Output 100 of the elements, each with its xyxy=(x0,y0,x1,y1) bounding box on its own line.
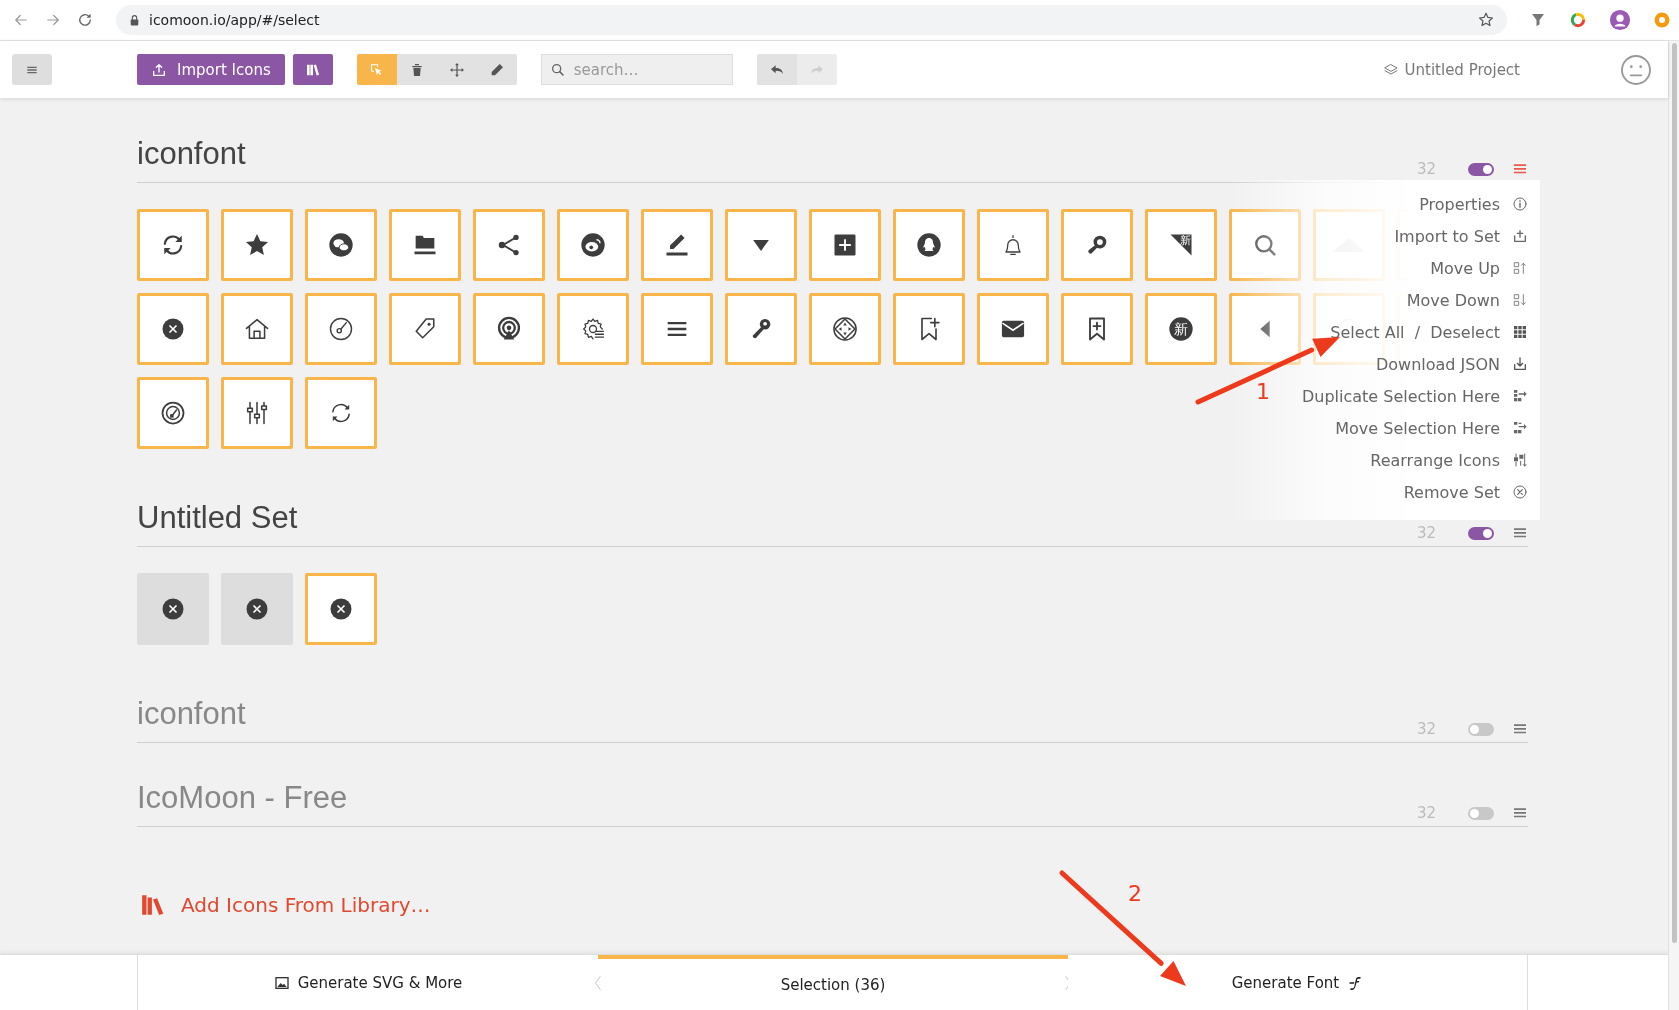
menu-item[interactable]: Remove Set xyxy=(1403,476,1528,508)
icon-tile[interactable] xyxy=(893,293,965,365)
qq-icon xyxy=(915,231,943,259)
icon-tile[interactable] xyxy=(977,209,1049,281)
set-title: Untitled Set xyxy=(137,500,298,536)
icon-tile[interactable] xyxy=(473,209,545,281)
icon-tile[interactable] xyxy=(1061,209,1133,281)
rearrange-icon xyxy=(1512,452,1528,468)
icon-tile[interactable] xyxy=(1229,293,1301,365)
icon-tile[interactable] xyxy=(221,573,293,645)
icon-tile[interactable] xyxy=(893,209,965,281)
icon-tile[interactable] xyxy=(305,293,377,365)
menu-item[interactable]: Move Down xyxy=(1406,284,1528,316)
icon-tile[interactable] xyxy=(305,377,377,449)
project-name[interactable]: Untitled Project xyxy=(1382,60,1520,79)
search-icon xyxy=(549,62,566,78)
reload-icon[interactable] xyxy=(76,11,94,29)
movedown-icon xyxy=(1512,292,1528,308)
icon-tile[interactable] xyxy=(137,377,209,449)
toggle-switch[interactable] xyxy=(1468,526,1494,540)
menu-item[interactable]: Move Selection Here xyxy=(1335,412,1528,444)
icon-tile[interactable] xyxy=(641,209,713,281)
menu-item[interactable]: Select All / Deselect xyxy=(1330,316,1528,348)
bottom-tab[interactable]: Generate SVG & More xyxy=(138,955,598,1010)
importset-icon xyxy=(1512,228,1528,244)
moveup-icon xyxy=(1512,260,1528,276)
icon-tile[interactable] xyxy=(725,293,797,365)
address-bar[interactable]: icomoon.io/app/#/select xyxy=(116,5,1507,35)
icon-tile[interactable] xyxy=(809,293,881,365)
icon-tile[interactable] xyxy=(473,293,545,365)
compass-icon xyxy=(831,315,859,343)
icon-tile[interactable] xyxy=(137,293,209,365)
ring-icon[interactable] xyxy=(1569,11,1587,29)
menu-item[interactable]: Properties xyxy=(1419,188,1528,220)
glyph-text: 新 xyxy=(1180,233,1192,246)
star-icon[interactable] xyxy=(1477,11,1495,29)
icon-tile[interactable] xyxy=(725,209,797,281)
icon-tile[interactable] xyxy=(389,293,461,365)
gauge-icon xyxy=(327,315,355,343)
grid-icon xyxy=(1512,324,1528,340)
icon-tile[interactable] xyxy=(305,573,377,645)
weibo-icon xyxy=(579,231,607,259)
scrollbar[interactable] xyxy=(1668,41,1679,1010)
icon-tile[interactable] xyxy=(641,293,713,365)
icon-tile[interactable] xyxy=(809,209,881,281)
icon-tile[interactable] xyxy=(221,377,293,449)
annotation-number: 2 xyxy=(1128,880,1142,908)
toggle-switch[interactable] xyxy=(1468,722,1494,736)
set-title: iconfont xyxy=(137,136,246,172)
upload-icon xyxy=(151,61,167,78)
info-icon xyxy=(1512,196,1528,212)
icon-tile[interactable]: 新 xyxy=(1145,209,1217,281)
menu-item[interactable]: Rearrange Icons xyxy=(1370,444,1528,476)
icon-tile[interactable] xyxy=(221,209,293,281)
icon-tile[interactable] xyxy=(305,209,377,281)
menu-item[interactable]: Import to Set xyxy=(1394,220,1528,252)
library-button[interactable] xyxy=(292,54,333,85)
menu-item[interactable]: Duplicate Selection Here xyxy=(1301,380,1528,412)
search-field[interactable]: search… xyxy=(540,54,733,85)
menu-button[interactable] xyxy=(12,54,52,85)
chat-icon xyxy=(327,231,355,259)
icon-tile[interactable] xyxy=(221,293,293,365)
font-icon xyxy=(1347,974,1364,991)
icon-tile[interactable] xyxy=(1229,209,1301,281)
image-icon xyxy=(273,974,290,991)
smiley-icon[interactable] xyxy=(1620,53,1652,86)
movesel-icon xyxy=(1512,420,1528,436)
caretdown-icon xyxy=(753,239,769,251)
undo-button[interactable] xyxy=(756,54,797,85)
menu-item[interactable]: Download JSON xyxy=(1375,348,1528,380)
bottom-tab[interactable]: Generate Font xyxy=(1068,955,1527,1010)
icon-tile[interactable] xyxy=(977,293,1049,365)
download-icon xyxy=(1512,356,1528,372)
add-library-link[interactable]: Add Icons From Library… xyxy=(137,892,431,918)
icon-tile[interactable] xyxy=(389,209,461,281)
broadcast-icon xyxy=(495,315,523,343)
icon-tile[interactable] xyxy=(557,293,629,365)
annotation-number: 1 xyxy=(1256,378,1270,406)
gauge2-icon xyxy=(159,399,187,427)
trash-tool-button[interactable] xyxy=(396,54,437,85)
filter-icon[interactable] xyxy=(1529,11,1547,29)
removeset-icon xyxy=(1512,484,1528,500)
edit-tool-button[interactable] xyxy=(476,54,517,85)
toggle-switch[interactable] xyxy=(1468,806,1494,820)
bottom-tab[interactable]: Selection (36) xyxy=(598,955,1068,1010)
icon-tile[interactable] xyxy=(1061,293,1133,365)
icon-tile[interactable]: 新 xyxy=(1145,293,1217,365)
icon-tile[interactable] xyxy=(1313,209,1385,281)
glyph-text: 新 xyxy=(1174,320,1188,337)
icon-tile[interactable] xyxy=(557,209,629,281)
avatar-icon[interactable] xyxy=(1609,9,1631,31)
import-button[interactable]: Import Icons xyxy=(137,54,285,85)
dup-icon xyxy=(1512,388,1528,404)
move-icon xyxy=(448,61,465,78)
menu-item[interactable]: Move Up xyxy=(1430,252,1528,284)
icon-tile[interactable] xyxy=(137,573,209,645)
set-title: IcoMoon - Free xyxy=(137,780,348,816)
toggle-switch[interactable] xyxy=(1468,162,1494,176)
icon-tile[interactable] xyxy=(137,209,209,281)
lock-icon xyxy=(128,13,141,27)
